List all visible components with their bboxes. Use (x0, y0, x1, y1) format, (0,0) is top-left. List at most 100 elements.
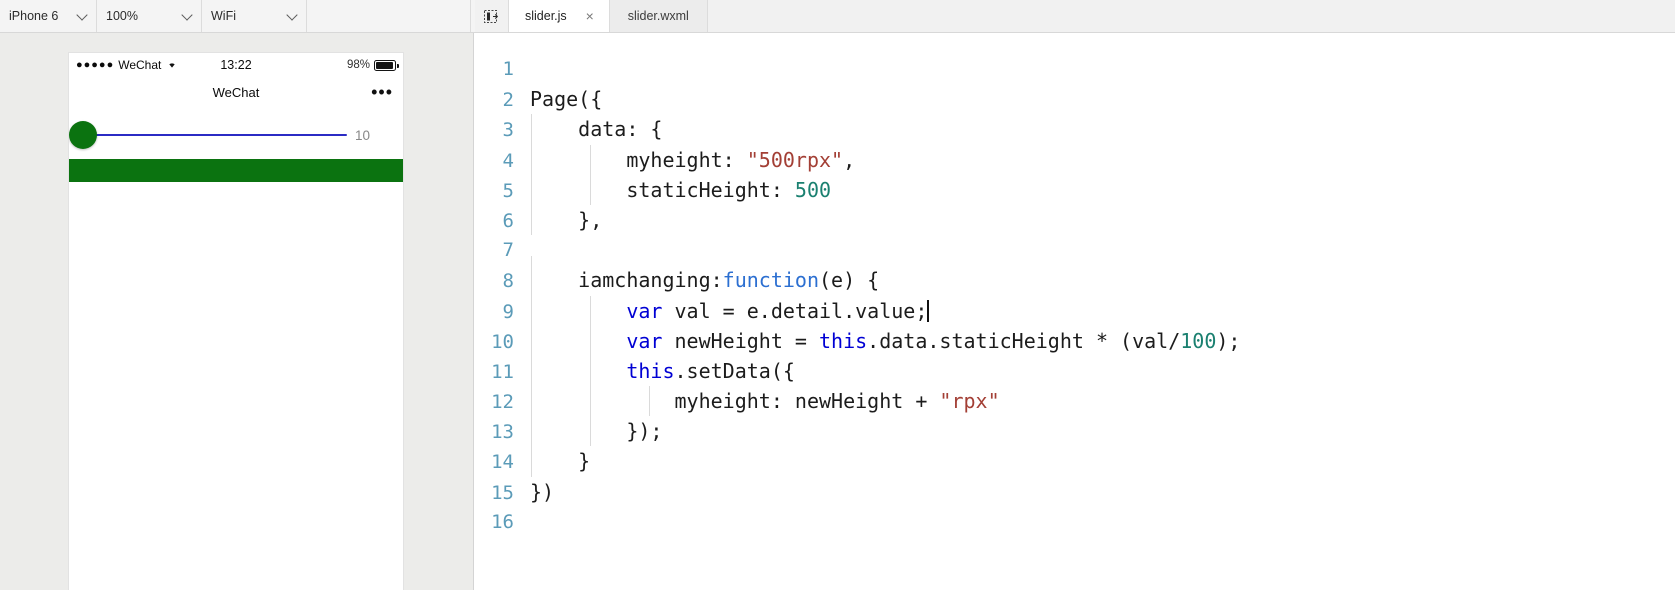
code-token-kw: var (626, 298, 663, 323)
indent-guide (531, 355, 532, 387)
indent-guide (590, 144, 591, 175)
code-line-text[interactable]: var newHeight = this.data.staticHeight *… (530, 325, 1675, 356)
code-line-text[interactable]: var val = e.detail.value; (530, 295, 1675, 326)
code-token: iamchanging: (530, 268, 723, 293)
indent-guide (531, 265, 532, 296)
toolbar-spacer (307, 0, 471, 32)
close-icon[interactable]: × (583, 9, 597, 23)
ios-status-bar: ●●●●● WeChat 13:22 98% (69, 53, 403, 77)
code-line-text[interactable]: myheight: newHeight + "rpx" (530, 386, 1675, 417)
indent-guide (590, 174, 591, 205)
line-number: 3 (502, 119, 514, 142)
signal-dots-icon: ●●●●● (76, 58, 115, 71)
nav-title: WeChat (212, 84, 260, 100)
network-select[interactable]: WiFi (202, 0, 307, 32)
code-token-fn: function (722, 268, 819, 293)
code-line[interactable]: 12 myheight: newHeight + "rpx" (475, 386, 1675, 417)
line-number: 5 (502, 179, 514, 202)
slider-track[interactable] (84, 133, 347, 137)
code-token: (e) { (818, 268, 880, 293)
more-menu-icon[interactable]: ••• (371, 83, 393, 101)
code-line[interactable]: 16 (475, 507, 1675, 537)
zoom-select[interactable]: 100% (97, 0, 202, 32)
indent-guide (531, 295, 532, 326)
code-line[interactable]: 15}) (475, 477, 1675, 507)
code-token: myheight: newHeight + (530, 389, 940, 414)
text-caret (927, 299, 929, 322)
code-token: .setData({ (674, 358, 795, 383)
status-bar-right: 98% (346, 59, 399, 71)
battery-icon (374, 59, 399, 71)
code-line[interactable]: 14 } (475, 446, 1675, 477)
device-select-label: iPhone 6 (9, 9, 59, 23)
line-number: 6 (502, 209, 514, 232)
code-token: .data.staticHeight * (val/ (867, 328, 1181, 353)
code-line-text[interactable]: staticHeight: 500 (530, 174, 1675, 205)
line-number: 15 (491, 481, 514, 504)
code-token: ); (1216, 328, 1241, 353)
editor-tabstrip: slider.js × slider.wxml (475, 0, 1675, 33)
line-number: 10 (491, 330, 514, 353)
line-number: 7 (502, 239, 514, 262)
indent-guide (649, 386, 650, 417)
code-line[interactable]: 1 (475, 54, 1675, 84)
code-line[interactable]: 8 iamchanging:function(e) { (475, 265, 1675, 296)
status-bar-left: ●●●●● WeChat (76, 58, 178, 72)
indent-guide (590, 416, 591, 447)
device-select[interactable]: iPhone 6 (0, 0, 97, 32)
indent-guide (590, 355, 591, 387)
code-line-text[interactable]: Page({ (530, 84, 1675, 114)
code-line-text[interactable]: iamchanging:function(e) { (530, 265, 1675, 296)
indent-guide (590, 295, 591, 326)
code-token: Page({ (530, 87, 603, 112)
panel-collapse-right-icon[interactable] (475, 0, 509, 32)
code-line[interactable]: 9 var val = e.detail.value; (475, 295, 1675, 326)
battery-percent-label: 98% (346, 59, 370, 71)
code-token: , (843, 147, 856, 172)
code-token: newHeight = (662, 328, 819, 353)
simulator-controls: iPhone 6 100% WiFi (0, 0, 471, 32)
chevron-down-icon (76, 9, 88, 21)
code-line[interactable]: 11 this.setData({ (475, 355, 1675, 387)
slider-control[interactable] (69, 120, 347, 150)
app-window: iPhone 6 100% WiFi slider.js × slider.wx… (0, 0, 1675, 590)
code-line[interactable]: 3 data: { (475, 114, 1675, 145)
zoom-select-label: 100% (106, 9, 138, 23)
code-line[interactable]: 7 (475, 235, 1675, 287)
indent-guide (531, 204, 532, 236)
code-area[interactable]: 1 2 Page({3 data: {4 myheight: "500rpx", 5 … (475, 33, 1675, 537)
tab-label: slider.js (525, 9, 567, 23)
code-line[interactable]: 4 myheight: "500rpx", (475, 144, 1675, 175)
code-line[interactable]: 5 staticHeight: 500 (475, 174, 1675, 205)
tab-slider-wxml[interactable]: slider.wxml (609, 0, 708, 32)
code-line-text[interactable]: }) (530, 477, 1675, 507)
wifi-icon (166, 58, 178, 72)
slider-value-label: 10 (355, 127, 371, 143)
tab-slider-js[interactable]: slider.js × (509, 0, 610, 32)
code-token-str: "500rpx" (746, 147, 844, 172)
code-line-text[interactable]: } (530, 446, 1675, 477)
code-line[interactable]: 13 }); (475, 416, 1675, 447)
code-token-num: 500 (794, 177, 832, 202)
line-number: 8 (502, 270, 514, 293)
line-number: 13 (491, 421, 514, 444)
code-line-text[interactable]: this.setData({ (530, 355, 1675, 387)
indent-guide (531, 174, 532, 205)
slider-thumb[interactable] (69, 121, 97, 149)
code-line[interactable]: 6 }, (475, 204, 1675, 236)
code-line-text[interactable]: data: { (530, 114, 1675, 145)
simulator-pane: ●●●●● WeChat 13:22 98% WeChat ••• 10 (0, 33, 474, 590)
phone-preview: ●●●●● WeChat 13:22 98% WeChat ••• 10 (69, 53, 403, 590)
code-line[interactable]: 2 Page({ (475, 84, 1675, 114)
phone-nav-bar: WeChat ••• (69, 77, 403, 107)
code-line-text[interactable]: myheight: "500rpx", (530, 144, 1675, 175)
code-editor[interactable]: 1 2 Page({3 data: {4 myheight: "500rpx", 5 … (475, 33, 1675, 590)
code-line-text[interactable]: }, (530, 204, 1675, 236)
code-line[interactable]: 10 var newHeight = this.data.staticHeigh… (475, 325, 1675, 356)
code-line-text[interactable]: }); (530, 416, 1675, 447)
line-number: 9 (502, 300, 514, 323)
code-token-kw: var (626, 328, 663, 353)
code-token: data: { (530, 117, 663, 142)
